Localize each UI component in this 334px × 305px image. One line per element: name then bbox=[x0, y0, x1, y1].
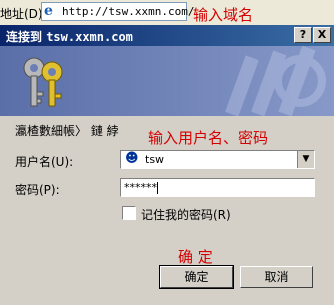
username-combobox[interactable]: ☻ tsw ▼ bbox=[120, 150, 315, 169]
user-icon: ☻ bbox=[125, 151, 139, 166]
cancel-button[interactable]: 取消 bbox=[240, 266, 313, 288]
dialog-titlebar: 连接到 tsw.xxmn.com ? X bbox=[0, 25, 334, 46]
address-bar: 地址(D) e http://tsw.xxmn.com/ 输入域名 bbox=[0, 0, 334, 26]
realm-text: 瀛楂數細帳〉 鏈 綍 bbox=[15, 124, 119, 138]
password-value: ****** bbox=[124, 181, 157, 194]
annotation-enter-domain: 输入域名 bbox=[193, 6, 254, 24]
keys-banner-graphic bbox=[0, 46, 334, 116]
ok-button[interactable]: 确定 bbox=[159, 265, 234, 289]
address-url: http://tsw.xxmn.com/ bbox=[62, 5, 195, 18]
dialog-title-host: tsw.xxmn.com bbox=[46, 30, 133, 44]
address-label: 地址(D) bbox=[0, 7, 43, 21]
dialog-title-prefix: 连接到 bbox=[6, 30, 43, 44]
annotation-ok: 确 定 bbox=[178, 248, 213, 266]
dropdown-arrow-icon[interactable]: ▼ bbox=[297, 151, 314, 168]
close-button[interactable]: X bbox=[313, 27, 331, 43]
dialog-banner bbox=[0, 46, 334, 116]
remember-password-checkbox[interactable] bbox=[122, 206, 136, 220]
address-input[interactable]: e http://tsw.xxmn.com/ bbox=[41, 2, 194, 21]
password-label: 密码(P): bbox=[15, 183, 60, 197]
help-button[interactable]: ? bbox=[294, 27, 312, 43]
remember-password-label[interactable]: 记住我的密码(R) bbox=[141, 206, 231, 223]
ie-page-icon: e bbox=[44, 3, 53, 19]
text-caret bbox=[157, 182, 158, 194]
annotation-enter-credentials: 输入用户名、密码 bbox=[148, 129, 269, 147]
username-value: tsw bbox=[145, 153, 165, 166]
password-field[interactable]: ****** bbox=[120, 178, 315, 197]
dialog-title: 连接到 tsw.xxmn.com bbox=[6, 28, 133, 45]
username-label: 用户名(U): bbox=[15, 155, 74, 169]
